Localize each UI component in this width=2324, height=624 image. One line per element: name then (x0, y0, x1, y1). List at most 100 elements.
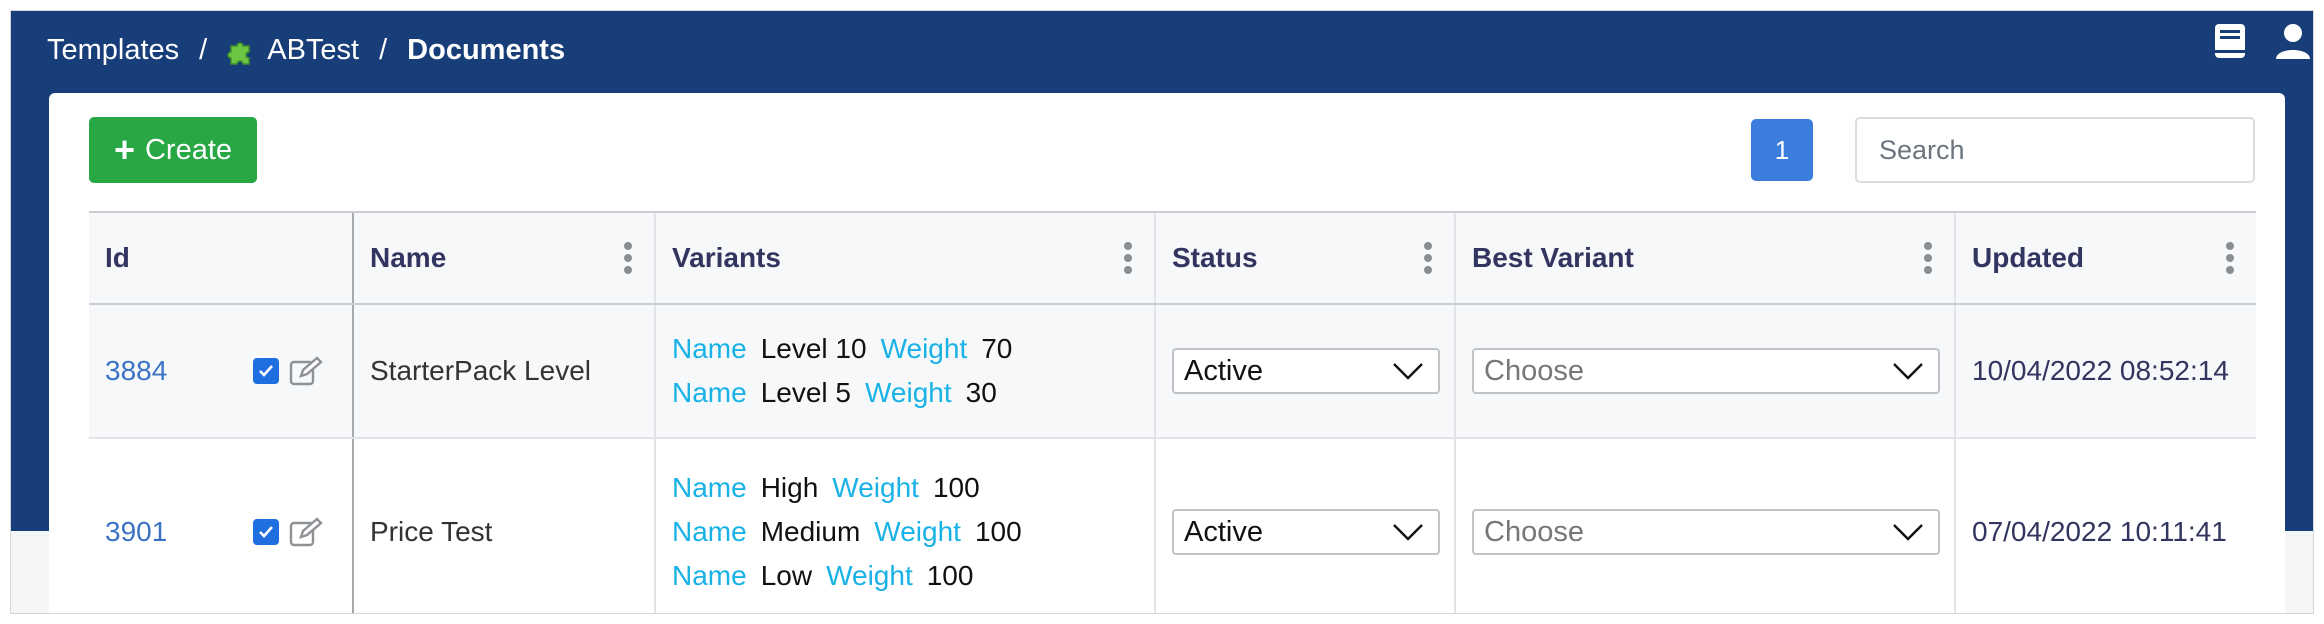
edit-icon[interactable] (289, 356, 323, 386)
create-label: Create (144, 133, 233, 166)
variant-item: Name Level 5 Weight 30 (672, 377, 1012, 409)
breadcrumb-documents: Documents (407, 33, 566, 66)
best-variant-select[interactable]: Choose (1472, 348, 1940, 394)
column-menu-icon[interactable] (624, 242, 632, 274)
app-window: Templates / ABTest / Documents + Create … (10, 10, 2314, 614)
header-icons (2211, 21, 2313, 61)
updated-timestamp: 10/04/2022 08:52:14 (1972, 355, 2229, 386)
updated-timestamp: 07/04/2022 10:11:41 (1972, 516, 2227, 547)
variant-weight-value: 100 (926, 560, 974, 591)
variant-name-value: Level 5 (760, 377, 851, 408)
variant-name-key: Name (672, 560, 747, 591)
table-row: 3901 Price Test Name High Weight 100 Nam… (89, 439, 2256, 613)
column-header-variants[interactable]: Variants (656, 213, 1156, 303)
table-row: 3884 StarterPack Level Name Level 10 Wei… (89, 305, 2256, 439)
user-icon[interactable] (2273, 21, 2313, 61)
search-input[interactable] (1855, 117, 2255, 183)
column-menu-icon[interactable] (1424, 242, 1432, 274)
updated-cell: 10/04/2022 08:52:14 (1956, 305, 2256, 437)
variant-name-key: Name (672, 472, 747, 503)
pagination-page-1[interactable]: 1 (1751, 119, 1813, 181)
best-variant-select-value: Choose (1484, 354, 1584, 387)
variant-weight-key: Weight (874, 516, 961, 547)
column-header-name[interactable]: Name (354, 213, 656, 303)
variant-name-value: Level 10 (760, 333, 867, 364)
status-select[interactable]: Active (1172, 348, 1440, 394)
status-cell: Active (1156, 439, 1456, 613)
variants-cell: Name Level 10 Weight 70 Name Level 5 Weight 30 (656, 305, 1156, 437)
breadcrumb: Templates / ABTest / Documents (47, 25, 565, 75)
variant-weight-value: 30 (965, 377, 997, 408)
status-cell: Active (1156, 305, 1456, 437)
breadcrumb-separator: / (199, 33, 208, 66)
status-select[interactable]: Active (1172, 509, 1440, 555)
best-variant-cell: Choose (1456, 439, 1956, 613)
breadcrumb-abtest[interactable]: ABTest (267, 34, 359, 67)
puzzle-icon (227, 42, 250, 65)
variant-weight-value: 100 (974, 516, 1022, 547)
id-cell: 3884 (89, 305, 354, 437)
variant-name-key: Name (672, 516, 747, 547)
documents-table: Id Name Variants Status Best Variant Upd… (89, 211, 2256, 613)
variant-item: Name Level 10 Weight 70 (672, 333, 1012, 365)
name-cell: StarterPack Level (354, 305, 656, 437)
variant-name-key: Name (672, 377, 747, 408)
variants-cell: Name High Weight 100 Name Medium Weight 100 Na… (656, 439, 1156, 613)
breadcrumb-templates[interactable]: Templates (47, 34, 179, 67)
variant-weight-key: Weight (826, 560, 913, 591)
variant-item: Name Low Weight 100 (672, 560, 1022, 592)
edit-icon[interactable] (289, 517, 323, 547)
column-menu-icon[interactable] (1124, 242, 1132, 274)
column-header-label: Name (370, 242, 447, 273)
column-header-label: Best Variant (1472, 242, 1634, 273)
documents-card: + Create 1 Id Name Variants Status (49, 93, 2285, 613)
column-header-label: Id (105, 242, 130, 273)
checkmark-icon (259, 365, 273, 377)
document-id-link[interactable]: 3884 (105, 355, 167, 387)
column-header-label: Updated (1972, 242, 2084, 273)
variant-weight-value: 70 (981, 333, 1013, 364)
row-checkbox[interactable] (253, 519, 279, 545)
best-variant-select-value: Choose (1484, 515, 1584, 548)
column-header-label: Status (1172, 242, 1258, 273)
id-cell: 3901 (89, 439, 354, 613)
column-menu-icon[interactable] (2226, 242, 2234, 274)
breadcrumb-separator: / (379, 33, 388, 66)
column-header-status[interactable]: Status (1156, 213, 1456, 303)
variant-weight-key: Weight (865, 377, 952, 408)
chevron-down-icon (1393, 363, 1423, 380)
variant-weight-value: 100 (932, 472, 980, 503)
column-header-id[interactable]: Id (89, 213, 354, 303)
variant-item: Name High Weight 100 (672, 472, 1022, 504)
status-select-value: Active (1184, 515, 1263, 548)
table-header-row: Id Name Variants Status Best Variant Upd… (89, 213, 2256, 305)
document-name: Price Test (370, 516, 493, 547)
checkmark-icon (259, 526, 273, 538)
chevron-down-icon (1393, 524, 1423, 541)
chevron-down-icon (1893, 524, 1923, 541)
variant-weight-key: Weight (832, 472, 919, 503)
variant-item: Name Medium Weight 100 (672, 516, 1022, 548)
variant-list: Name High Weight 100 Name Medium Weight 100 Na… (672, 472, 1022, 592)
create-button[interactable]: + Create (89, 117, 257, 183)
document-name: StarterPack Level (370, 355, 591, 386)
chevron-down-icon (1893, 363, 1923, 380)
row-actions (253, 517, 323, 547)
row-actions (253, 356, 323, 386)
variant-name-key: Name (672, 333, 747, 364)
plus-icon: + (113, 129, 135, 170)
column-header-best-variant[interactable]: Best Variant (1456, 213, 1956, 303)
variant-name-value: High (760, 472, 819, 503)
name-cell: Price Test (354, 439, 656, 613)
column-menu-icon[interactable] (1924, 242, 1932, 274)
column-header-label: Variants (672, 242, 781, 273)
column-header-updated[interactable]: Updated (1956, 213, 2256, 303)
variant-weight-key: Weight (880, 333, 968, 364)
row-checkbox[interactable] (253, 358, 279, 384)
best-variant-select[interactable]: Choose (1472, 509, 1940, 555)
document-id-link[interactable]: 3901 (105, 516, 167, 548)
variant-name-value: Low (760, 560, 813, 591)
best-variant-cell: Choose (1456, 305, 1956, 437)
updated-cell: 07/04/2022 10:11:41 (1956, 439, 2256, 613)
book-icon[interactable] (2211, 21, 2251, 61)
